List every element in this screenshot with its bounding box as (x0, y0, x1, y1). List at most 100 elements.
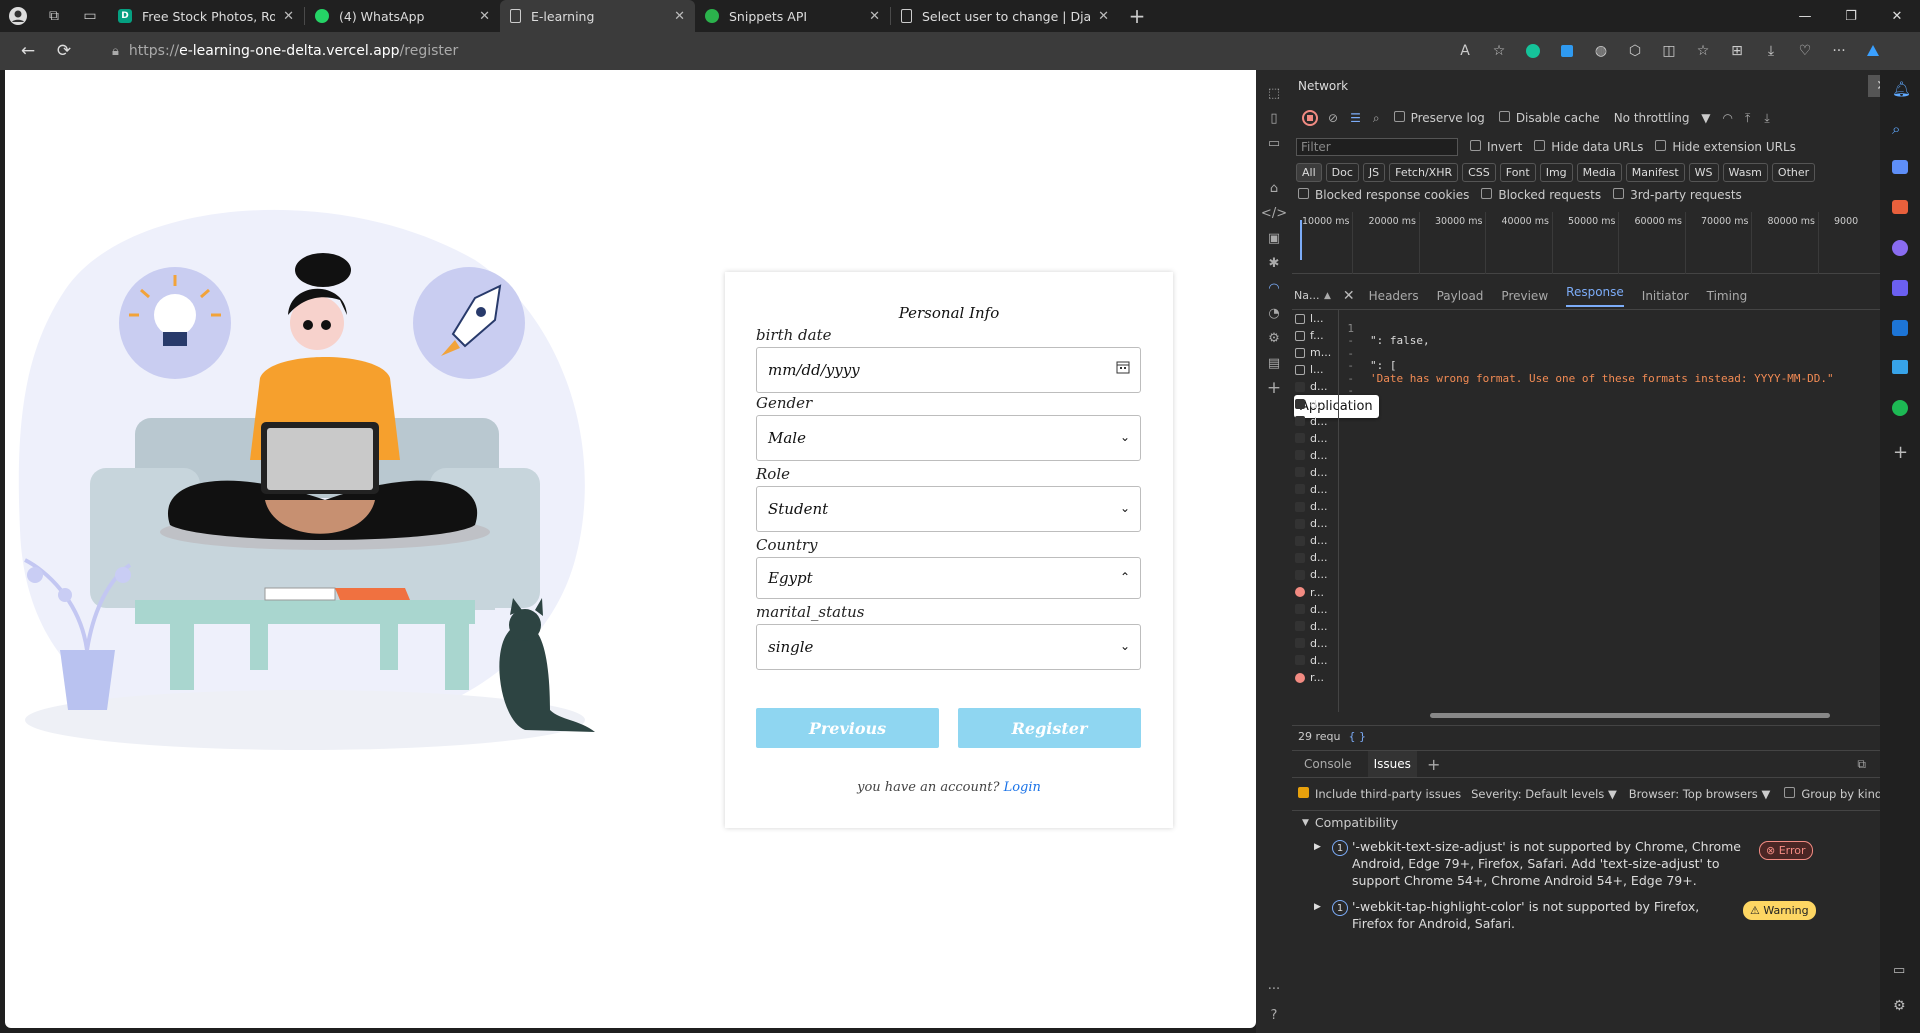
request-row[interactable]: d... (1292, 618, 1338, 635)
back-icon[interactable]: ← (10, 32, 46, 70)
type-filter-chip[interactable]: JS (1362, 162, 1386, 182)
console-icon[interactable]: ▣ (1261, 225, 1287, 251)
workspaces-icon[interactable]: ⧉ (36, 0, 72, 32)
record-stop-icon[interactable] (1302, 110, 1318, 126)
add-app-icon[interactable]: + (1893, 442, 1908, 463)
collections-icon[interactable]: ⊞ (1720, 32, 1754, 70)
extensions-puzzle-icon[interactable]: ⬡ (1618, 32, 1652, 70)
close-details-icon[interactable]: ✕ (1343, 288, 1355, 304)
invert-checkbox[interactable]: Invert (1470, 140, 1522, 154)
type-filter-chip[interactable]: CSS (1462, 162, 1496, 182)
marital-status-select[interactable]: single ⌄ (756, 624, 1141, 670)
third-party-requests-checkbox[interactable]: 3rd-party requests (1613, 188, 1742, 202)
request-row[interactable]: m... (1292, 344, 1338, 361)
issues-category-compatibility[interactable]: ▼ Compatibility (1292, 810, 1906, 834)
spotify-icon[interactable] (1892, 400, 1908, 416)
device-toolbar-icon[interactable]: ▯ (1261, 105, 1287, 131)
performance-icon[interactable]: ◔ (1261, 300, 1287, 326)
blocked-response-cookies-checkbox[interactable]: Blocked response cookies (1298, 188, 1469, 202)
split-screen-icon[interactable]: ◫ (1652, 32, 1686, 70)
inspect-icon[interactable]: ⬚ (1261, 80, 1287, 106)
issue-item[interactable]: ▶ 1 '-webkit-tap-highlight-color' is not… (1292, 900, 1906, 930)
add-drawer-tab-icon[interactable]: + (1427, 755, 1440, 774)
outlook-icon[interactable] (1892, 320, 1908, 336)
help-icon[interactable]: ? (1261, 1002, 1287, 1028)
country-select[interactable]: Egypt ⌃ (756, 557, 1141, 599)
type-filter-chip[interactable]: Img (1539, 162, 1573, 182)
type-filter-chip[interactable]: Doc (1325, 162, 1359, 182)
clear-icon[interactable]: ⊘ (1328, 111, 1338, 125)
tab-stock-photos[interactable]: D Free Stock Photos, Royalty Free S ✕ (108, 0, 304, 32)
more-tools-plus-icon[interactable]: + (1261, 375, 1287, 401)
favorites-icon[interactable]: ☆ (1686, 32, 1720, 70)
request-row[interactable]: d... (1292, 515, 1338, 532)
role-select[interactable]: Student ⌄ (756, 486, 1141, 532)
vertical-tabs-icon[interactable]: ▭ (72, 0, 108, 32)
tab-e-learning[interactable]: E-learning ✕ (500, 0, 695, 32)
detail-tab-payload[interactable]: Payload (1437, 289, 1484, 303)
tab-django-admin[interactable]: Select user to change | Django si ✕ (891, 0, 1119, 32)
restore-icon[interactable]: ❐ (1828, 0, 1874, 32)
previous-button[interactable]: Previous (756, 708, 939, 748)
type-filter-chip[interactable]: Wasm (1722, 162, 1768, 182)
games-icon[interactable] (1892, 240, 1908, 256)
welcome-home-icon[interactable]: ⌂ (1261, 175, 1287, 201)
request-row[interactable]: d... (1292, 652, 1338, 669)
request-row[interactable]: r... (1292, 669, 1338, 686)
address-bar[interactable]: 🔒︎ https://e-learning-one-delta.vercel.a… (112, 36, 1412, 66)
request-row[interactable]: d... (1292, 430, 1338, 447)
drawer-tab-issues[interactable]: Issues (1367, 751, 1417, 777)
detail-tab-response[interactable]: Response (1566, 285, 1624, 307)
application-icon[interactable]: ▤ (1261, 350, 1287, 376)
refresh-icon[interactable]: ⟳ (46, 32, 82, 70)
sort-ascending-icon[interactable]: ▲ (1324, 291, 1331, 301)
more-menu-icon[interactable]: ··· (1822, 32, 1856, 70)
type-filter-chip[interactable]: Manifest (1625, 162, 1685, 182)
search-icon[interactable]: ⌕ (1892, 120, 1900, 138)
preserve-log-checkbox[interactable]: Preserve log (1393, 111, 1485, 125)
browser-select[interactable]: Browser: Top browsers ▼ (1629, 787, 1771, 801)
sources-bug-icon[interactable]: ✱ (1261, 250, 1287, 276)
minimize-icon[interactable]: — (1782, 0, 1828, 32)
type-filter-chip[interactable]: All (1296, 162, 1322, 182)
detail-tab-preview[interactable]: Preview (1501, 289, 1548, 303)
detail-tab-initiator[interactable]: Initiator (1642, 289, 1689, 303)
filter-input[interactable]: Filter (1296, 138, 1458, 156)
request-row[interactable]: d... (1292, 601, 1338, 618)
import-har-icon[interactable]: ⤒ (1745, 111, 1750, 126)
request-row[interactable]: f... (1292, 327, 1338, 344)
grammarly-icon[interactable] (1516, 32, 1550, 70)
gender-select[interactable]: Male ⌄ (756, 415, 1141, 461)
request-row[interactable]: d... (1292, 395, 1338, 412)
request-row[interactable]: d... (1292, 635, 1338, 652)
type-filter-chip[interactable]: Media (1576, 162, 1622, 182)
pretty-print-icon[interactable]: { } (1349, 730, 1367, 743)
copilot-icon[interactable] (1856, 32, 1890, 70)
performance-icon[interactable]: ♡ (1788, 32, 1822, 70)
tab-snippets-api[interactable]: Snippets API ✕ (695, 0, 890, 32)
include-third-party-checkbox[interactable]: Include third-party issues (1298, 787, 1461, 801)
tab-close-icon[interactable]: ✕ (869, 9, 880, 24)
birth-date-field[interactable]: mm/dd/yyyy (756, 347, 1141, 393)
dock-icon[interactable]: ⧉ (1857, 757, 1866, 772)
disable-cache-checkbox[interactable]: Disable cache (1498, 111, 1600, 125)
elements-icon[interactable]: </> (1261, 200, 1287, 226)
extension-blue-icon[interactable] (1550, 32, 1584, 70)
calendar-icon[interactable] (1116, 360, 1130, 377)
filter-funnel-icon[interactable]: ☰ (1350, 111, 1361, 125)
type-filter-chip[interactable]: Font (1499, 162, 1536, 182)
favorite-star-icon[interactable]: ☆ (1482, 32, 1516, 70)
type-filter-chip[interactable]: WS (1688, 162, 1719, 182)
tab-close-icon[interactable]: ✕ (1098, 9, 1109, 24)
tab-close-icon[interactable]: ✕ (479, 9, 490, 24)
request-row[interactable]: d... (1292, 566, 1338, 583)
search-icon[interactable]: ⌕ (1373, 111, 1380, 126)
more-options-icon[interactable]: ··· (1261, 976, 1287, 1002)
blocked-requests-checkbox[interactable]: Blocked requests (1481, 188, 1601, 202)
network-overview-timeline[interactable]: 10000 ms 20000 ms 30000 ms 40000 ms 50000 ms… (1292, 212, 1906, 274)
register-button[interactable]: Register (958, 708, 1141, 748)
export-har-icon[interactable]: ⤓ (1764, 111, 1769, 126)
request-row[interactable]: d... (1292, 481, 1338, 498)
request-row[interactable]: r... (1292, 584, 1338, 601)
horizontal-scrollbar[interactable] (1350, 710, 1900, 720)
